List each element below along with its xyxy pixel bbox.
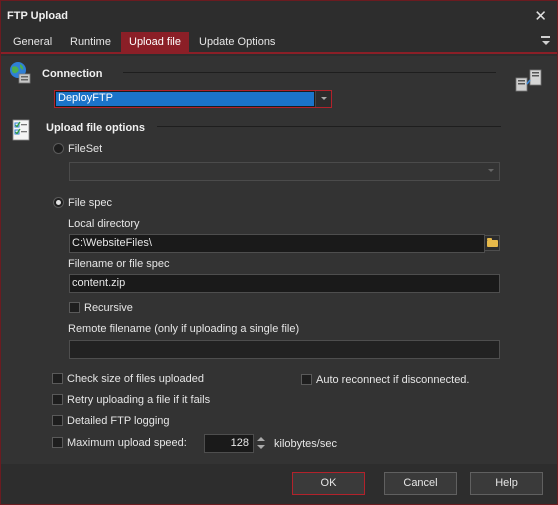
tab-runtime[interactable]: Runtime bbox=[64, 32, 117, 54]
spin-down-icon[interactable] bbox=[257, 445, 265, 449]
filespec-label: File spec bbox=[68, 197, 113, 209]
speed-unit-label: kilobytes/sec bbox=[274, 438, 337, 450]
fileset-radio[interactable] bbox=[53, 143, 64, 154]
checklist-icon bbox=[12, 119, 32, 141]
auto-reconnect-checkbox[interactable] bbox=[301, 374, 312, 385]
cancel-button[interactable]: Cancel bbox=[384, 472, 457, 495]
spin-up-icon[interactable] bbox=[257, 437, 265, 441]
max-speed-label: Maximum upload speed: bbox=[67, 437, 187, 449]
tab-upload-file[interactable]: Upload file bbox=[121, 32, 189, 54]
globe-server-icon bbox=[8, 61, 32, 85]
upload-options-heading: Upload file options bbox=[46, 122, 145, 134]
help-button[interactable]: Help bbox=[470, 472, 543, 495]
tab-bar: General Runtime Upload file Update Optio… bbox=[1, 32, 557, 54]
check-size-label: Check size of files uploaded bbox=[67, 373, 204, 385]
title-bar: FTP Upload ✕ bbox=[1, 1, 557, 32]
window-title: FTP Upload bbox=[7, 10, 68, 22]
button-bar: OK Cancel Help bbox=[1, 464, 557, 504]
connection-separator bbox=[123, 72, 496, 73]
local-directory-input[interactable]: C:\WebsiteFiles\ bbox=[69, 234, 485, 253]
close-icon[interactable]: ✕ bbox=[534, 7, 547, 25]
browse-folder-button[interactable] bbox=[484, 235, 500, 251]
remote-filename-label: Remote filename (only if uploading a sin… bbox=[68, 323, 300, 335]
retry-checkbox[interactable] bbox=[52, 394, 63, 405]
connection-heading: Connection bbox=[42, 68, 103, 80]
detailed-logging-label: Detailed FTP logging bbox=[67, 415, 170, 427]
upload-file-panel: Connection DeployFTP Upload file options… bbox=[1, 56, 557, 464]
upload-options-separator bbox=[157, 126, 501, 127]
fileset-label: FileSet bbox=[68, 143, 103, 155]
auto-reconnect-label: Auto reconnect if disconnected. bbox=[316, 374, 470, 386]
fileset-select bbox=[69, 162, 500, 181]
chevron-down-icon bbox=[483, 163, 499, 180]
filename-label: Filename or file spec bbox=[68, 258, 170, 270]
ok-button[interactable]: OK bbox=[292, 472, 365, 495]
filename-input[interactable]: content.zip bbox=[69, 274, 500, 293]
recursive-label: Recursive bbox=[84, 302, 133, 314]
folder-icon bbox=[487, 238, 498, 247]
speed-spinner[interactable] bbox=[255, 434, 267, 453]
ftp-connection-icon[interactable] bbox=[515, 68, 543, 94]
max-speed-input[interactable]: 128 bbox=[204, 434, 254, 453]
tab-update-options[interactable]: Update Options bbox=[193, 32, 281, 54]
tab-menu-icon[interactable] bbox=[541, 35, 551, 47]
connection-selected-value: DeployFTP bbox=[56, 92, 314, 106]
check-size-checkbox[interactable] bbox=[52, 373, 63, 384]
connection-select[interactable]: DeployFTP bbox=[54, 90, 332, 108]
retry-label: Retry uploading a file if it fails bbox=[67, 394, 211, 406]
local-directory-label: Local directory bbox=[68, 218, 140, 230]
max-speed-checkbox[interactable] bbox=[52, 437, 63, 448]
remote-filename-input[interactable] bbox=[69, 340, 500, 359]
chevron-down-icon[interactable] bbox=[315, 91, 331, 107]
detailed-logging-checkbox[interactable] bbox=[52, 415, 63, 426]
recursive-checkbox[interactable] bbox=[69, 302, 80, 313]
filespec-radio[interactable] bbox=[53, 197, 64, 208]
ftp-upload-dialog: FTP Upload ✕ General Runtime Upload file… bbox=[0, 0, 558, 505]
tab-general[interactable]: General bbox=[7, 32, 58, 54]
